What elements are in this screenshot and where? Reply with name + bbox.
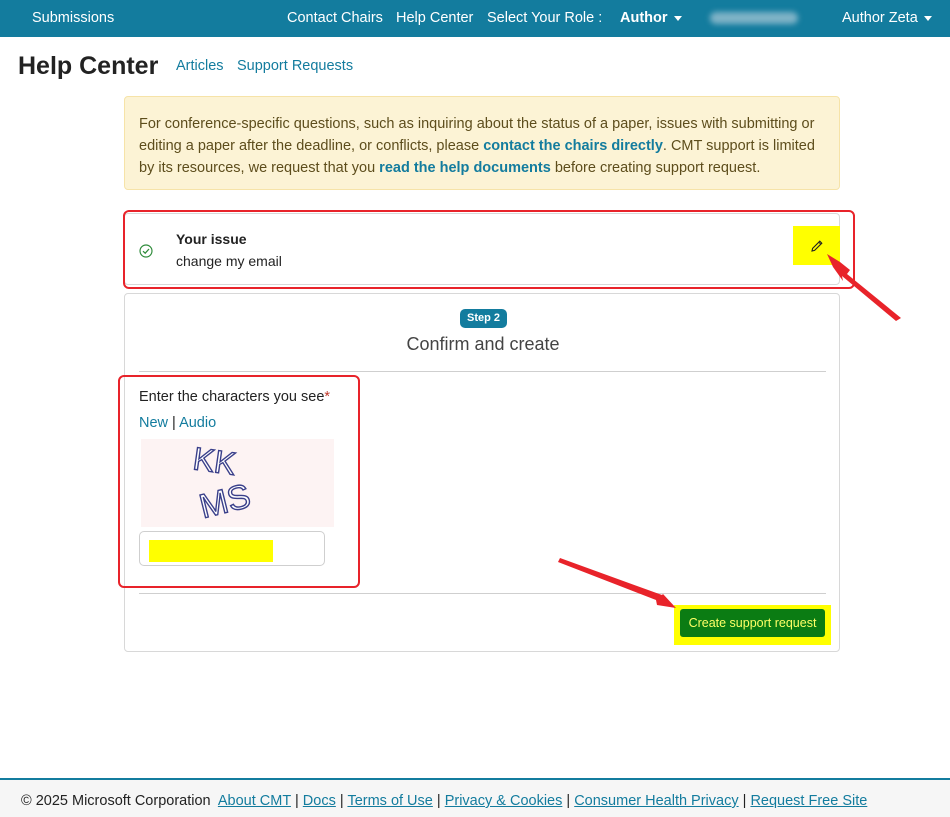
footer-terms-link[interactable]: Terms of Use: [347, 793, 432, 809]
user-menu[interactable]: Author Zeta: [842, 10, 932, 26]
footer-separator: |: [742, 793, 747, 809]
chevron-down-icon: [923, 15, 932, 21]
select-role-label: Select Your Role :: [487, 10, 603, 26]
blurred-user-info: [710, 12, 798, 24]
nav-help-center[interactable]: Help Center: [396, 10, 473, 26]
role-value: Author: [620, 10, 668, 26]
step-title: Confirm and create: [406, 334, 560, 354]
contact-chairs-link[interactable]: contact the chairs directly: [483, 138, 663, 154]
user-name: Author Zeta: [842, 10, 918, 26]
footer-request-site-link[interactable]: Request Free Site: [750, 793, 867, 809]
divider: [139, 371, 826, 372]
create-support-request-button[interactable]: Create support request: [680, 609, 825, 637]
nav-contact-chairs[interactable]: Contact Chairs: [287, 10, 383, 26]
copyright: © 2025 Microsoft Corporation: [21, 793, 211, 809]
tab-support-requests[interactable]: Support Requests: [237, 58, 353, 74]
footer-separator: |: [339, 793, 344, 809]
footer-about-link[interactable]: About CMT: [218, 793, 291, 809]
annotation-box-captcha: [118, 375, 360, 588]
top-navbar: Submissions Contact Chairs Help Center S…: [0, 0, 950, 37]
footer-privacy-link[interactable]: Privacy & Cookies: [445, 793, 563, 809]
annotation-box-issue: [123, 210, 855, 289]
chevron-down-icon: [673, 15, 682, 21]
submit-highlight: Create support request: [674, 605, 831, 645]
info-alert: For conference-specific questions, such …: [124, 96, 840, 190]
page-title: Help Center: [18, 52, 159, 80]
help-documents-link[interactable]: read the help documents: [379, 160, 551, 176]
footer-separator: |: [436, 793, 441, 809]
tab-articles[interactable]: Articles: [176, 58, 224, 74]
divider: [139, 593, 826, 594]
footer: © 2025 Microsoft Corporation About CMT |…: [0, 778, 950, 817]
nav-submissions[interactable]: Submissions: [32, 10, 114, 26]
step-badge: Step 2: [460, 309, 507, 328]
role-dropdown[interactable]: Author: [620, 10, 682, 26]
footer-separator: |: [294, 793, 299, 809]
alert-text-3: before creating support request.: [550, 160, 761, 176]
footer-consumer-health-link[interactable]: Consumer Health Privacy: [574, 793, 738, 809]
footer-separator: |: [566, 793, 571, 809]
footer-docs-link[interactable]: Docs: [303, 793, 336, 809]
